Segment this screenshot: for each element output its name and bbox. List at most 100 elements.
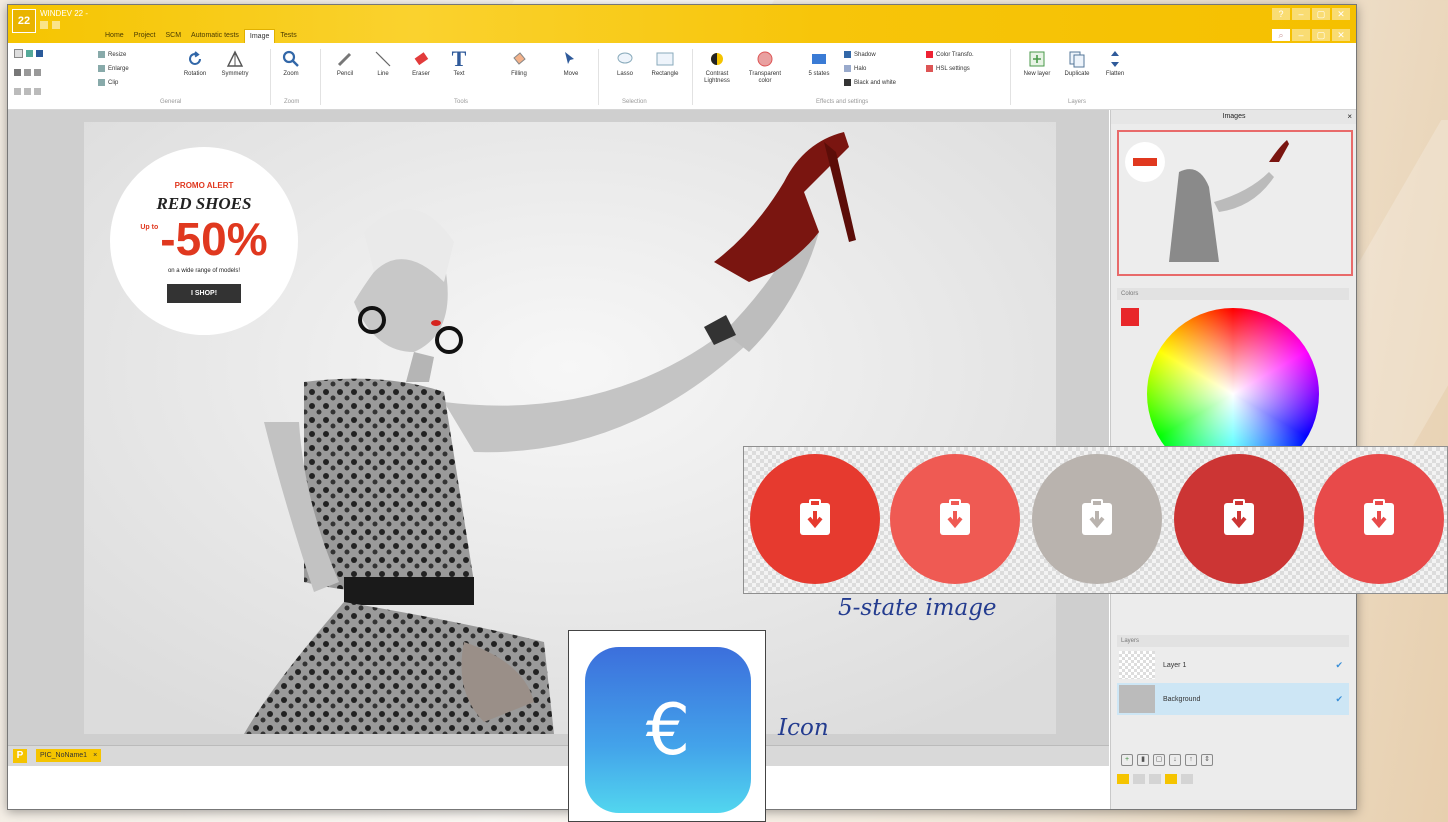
help-icon[interactable]: ?: [1272, 8, 1290, 20]
eraser-button[interactable]: Eraser: [400, 49, 442, 78]
layer-row[interactable]: Layer 1 ✔: [1117, 649, 1349, 681]
black-and-white-button[interactable]: Black and white: [844, 79, 896, 86]
tab-tests[interactable]: Tests: [275, 29, 301, 44]
five-state-image-strip: [743, 446, 1448, 594]
shadow-button[interactable]: Shadow: [844, 51, 876, 58]
group-label-zoom: Zoom: [284, 99, 300, 105]
maximize-button[interactable]: ▢: [1312, 8, 1330, 20]
colors-section-title: Colors: [1117, 288, 1349, 300]
folder-icon[interactable]: [52, 21, 60, 29]
layer-actions: + ▮ ▢ ↓ ↑ ⇕: [1121, 754, 1213, 766]
move-up-icon[interactable]: ↑: [1185, 754, 1197, 766]
text-button[interactable]: T Text: [438, 46, 480, 78]
move-down-icon[interactable]: ↓: [1169, 754, 1181, 766]
undo-icon[interactable]: [14, 88, 41, 95]
zoom-button[interactable]: Zoom: [270, 49, 312, 78]
line-button[interactable]: Line: [362, 49, 404, 78]
shop-button[interactable]: I SHOP!: [166, 284, 242, 303]
panel-tabs: [1117, 774, 1193, 784]
tab-automatic-tests[interactable]: Automatic tests: [186, 29, 244, 44]
pencil-icon: [335, 49, 355, 69]
group-label-layers: Layers: [1068, 99, 1087, 105]
image-thumbnail[interactable]: [1117, 130, 1353, 276]
images-panel-header: Images ×: [1111, 110, 1356, 124]
rectangle-select-button[interactable]: Rectangle: [644, 49, 686, 78]
pencil-button[interactable]: Pencil: [324, 49, 366, 78]
layer-thumbnail: [1119, 685, 1155, 713]
panel-tab-icon[interactable]: [1149, 774, 1161, 784]
save-icon[interactable]: [40, 21, 48, 29]
app-logo-icon: 22: [12, 9, 36, 33]
color-transfo-button[interactable]: Color Transfo.: [926, 51, 974, 58]
symmetry-button[interactable]: Symmetry: [214, 49, 256, 78]
five-states-icon: [809, 49, 829, 69]
new-file-icon[interactable]: [14, 49, 43, 58]
document-tab-bar: P PIC_NoName1 ×: [8, 745, 1109, 766]
document-tab-close[interactable]: ×: [93, 752, 97, 759]
halo-button[interactable]: Halo: [844, 65, 866, 72]
document-tab[interactable]: PIC_NoName1 ×: [36, 749, 102, 762]
promo-upto: Up to: [140, 224, 159, 231]
symmetry-icon: [225, 49, 245, 69]
clip-button[interactable]: Clip: [98, 79, 118, 86]
panel-tab-icon[interactable]: [1181, 774, 1193, 784]
transparent-color-button[interactable]: Transparent color: [744, 49, 786, 85]
doc-maximize-button[interactable]: ▢: [1312, 29, 1330, 41]
group-label-tools: Tools: [454, 99, 469, 105]
panel-tab-icon[interactable]: [1165, 774, 1177, 784]
contrast-button[interactable]: Contrast Lightness: [696, 49, 738, 85]
move-button[interactable]: Move: [550, 49, 592, 78]
visibility-check-icon[interactable]: ✔: [1335, 660, 1343, 671]
doc-minimize-button[interactable]: –: [1292, 29, 1310, 41]
tab-scm[interactable]: SCM: [160, 29, 186, 44]
app-title: WINDEV 22 -: [40, 9, 89, 18]
group-label-general: General: [160, 99, 182, 105]
state-pressed-circle: [1174, 454, 1304, 584]
text-icon: T: [451, 46, 467, 71]
move-cursor-icon: [561, 49, 581, 69]
flatten-button[interactable]: Flatten: [1094, 49, 1136, 78]
visibility-check-icon[interactable]: ✔: [1335, 694, 1343, 705]
rectangle-select-icon: [655, 49, 675, 69]
tab-project[interactable]: Project: [129, 29, 161, 44]
five-states-button[interactable]: 5 states: [798, 49, 840, 78]
panel-tab-icon[interactable]: [1133, 774, 1145, 784]
lasso-button[interactable]: Lasso: [604, 49, 646, 78]
resize-button[interactable]: Resize: [98, 51, 126, 58]
close-button[interactable]: ✕: [1332, 8, 1350, 20]
trash-icon[interactable]: ▮: [1137, 754, 1149, 766]
panel-tab-icon[interactable]: [1117, 774, 1129, 784]
rotation-button[interactable]: Rotation: [174, 49, 216, 78]
tab-home[interactable]: Home: [100, 29, 129, 44]
filling-button[interactable]: Filling: [498, 49, 540, 78]
app-badge-icon: P: [13, 749, 27, 763]
paint-bucket-icon: [509, 49, 529, 69]
enlarge-button[interactable]: Enlarge: [98, 65, 129, 72]
layers-section-title: Layers: [1117, 635, 1349, 647]
minimize-button[interactable]: –: [1292, 8, 1310, 20]
duplicate-button[interactable]: Duplicate: [1056, 49, 1098, 78]
current-color-swatch[interactable]: [1121, 308, 1139, 326]
state-normal-circle: [750, 454, 880, 584]
merge-icon[interactable]: ⇕: [1201, 754, 1213, 766]
duplicate-icon: [1067, 49, 1087, 69]
promo-alert: PROMO ALERT: [174, 181, 234, 190]
add-layer-icon[interactable]: +: [1121, 754, 1133, 766]
document-tab-label: PIC_NoName1: [40, 752, 88, 759]
lasso-icon: [615, 49, 635, 69]
copy-icon[interactable]: ▢: [1153, 754, 1165, 766]
print-icon[interactable]: [14, 69, 41, 76]
doc-close-button[interactable]: ✕: [1332, 29, 1350, 41]
line-icon: [373, 49, 393, 69]
promo-discount: Up to -50%: [110, 216, 298, 262]
title-bar: 22 WINDEV 22 - Home Project SCM Automati…: [8, 5, 1356, 45]
layer-row-selected[interactable]: Background ✔: [1117, 683, 1349, 715]
promo-headline: RED SHOES: [156, 194, 252, 213]
search-icon[interactable]: ⌕: [1272, 29, 1290, 41]
new-layer-button[interactable]: New layer: [1016, 49, 1058, 78]
panel-close-button[interactable]: ×: [1347, 110, 1352, 124]
group-label-selection: Selection: [622, 99, 647, 105]
image-canvas-area[interactable]: PROMO ALERT RED SHOES Up to -50% on a wi…: [8, 110, 1109, 745]
state-hover-circle: [890, 454, 1020, 584]
hsl-settings-button[interactable]: HSL settings: [926, 65, 970, 72]
